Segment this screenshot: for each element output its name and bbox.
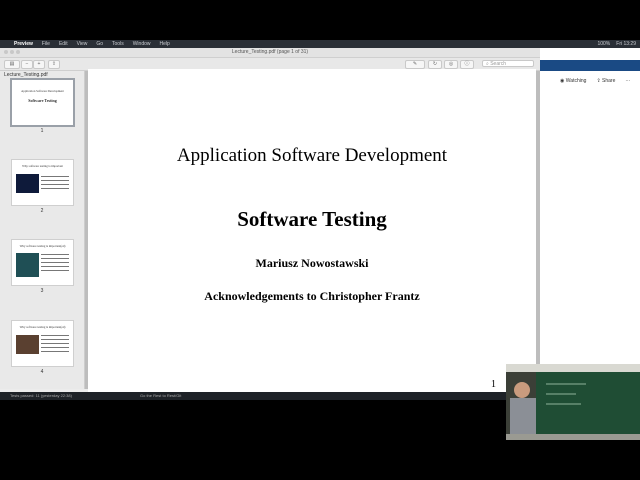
- presenter-video: [506, 364, 640, 440]
- more-button[interactable]: ···: [625, 78, 630, 84]
- zoom-in-icon[interactable]: +: [33, 60, 45, 69]
- thumb-page-number: 4: [40, 369, 44, 375]
- thumb-text-lines: [41, 254, 69, 274]
- thumbnail-page-4[interactable]: Why software testing is important(ed): [11, 320, 74, 367]
- menu-preview[interactable]: Preview: [14, 40, 33, 48]
- thumb-subtitle: Software Testing: [28, 98, 57, 103]
- thumb-page-number: 3: [40, 288, 44, 294]
- thumbnail-page-1[interactable]: Application Software Development Softwar…: [10, 78, 75, 127]
- sidebar-icon[interactable]: ▤: [4, 60, 20, 69]
- annotate-icon[interactable]: ◎: [444, 60, 458, 69]
- page-acknowledgement: Acknowledgements to Christopher Frantz: [204, 289, 420, 303]
- share-label: Share: [602, 78, 616, 84]
- clock[interactable]: Fri 13:29: [616, 40, 636, 48]
- document-title: Lecture_Testing.pdf (page 1 of 31): [231, 49, 309, 55]
- page-title: Application Software Development: [176, 145, 448, 166]
- page-number: 1: [491, 379, 496, 390]
- thumb-title: Why software testing is important(ed): [19, 325, 66, 329]
- zoom-out-icon[interactable]: −: [21, 60, 33, 69]
- battery-status[interactable]: 100%: [597, 40, 610, 48]
- page-subtitle: Software Testing: [237, 207, 387, 231]
- info-icon[interactable]: ⓘ: [460, 60, 474, 69]
- thumb-title: Why software testing is important(ed): [19, 244, 66, 248]
- share-button[interactable]: ⇪ Share: [596, 78, 615, 84]
- menu-file[interactable]: File: [42, 40, 50, 48]
- thumb-image: [16, 253, 39, 277]
- thumbnail-page-3[interactable]: Why software testing is important(ed): [11, 239, 74, 286]
- watching-button[interactable]: ◉ Watching: [560, 78, 586, 84]
- search-input[interactable]: ⌕ Search: [482, 60, 534, 67]
- menu-help[interactable]: Help: [160, 40, 170, 48]
- page-author: Mariusz Nowostawski: [255, 256, 369, 270]
- menu-bar: Preview File Edit View Go Tools Window H…: [0, 40, 640, 48]
- status-mid-text: Go the Rest to Rest/Git: [140, 393, 182, 398]
- thumbnail-page-2[interactable]: Why software testing is important: [11, 159, 74, 206]
- right-panel: ◉ Watching ⇪ Share ···: [540, 48, 640, 400]
- thumbnail-sidebar: Lecture_Testing.pdf Application Software…: [0, 71, 85, 389]
- rotate-icon[interactable]: ↻: [428, 60, 442, 69]
- thumb-image: [16, 335, 39, 354]
- search-placeholder: Search: [490, 61, 507, 67]
- thumb-image: [16, 174, 39, 193]
- menu-go[interactable]: Go: [96, 40, 103, 48]
- status-text: Tests passed: 11 (yesterday 22:38): [10, 393, 72, 398]
- menu-tools[interactable]: Tools: [112, 40, 124, 48]
- title-bar: Lecture_Testing.pdf (page 1 of 31): [0, 48, 540, 58]
- status-bar: Tests passed: 11 (yesterday 22:38) Go th…: [0, 392, 540, 400]
- pdf-page: Application Software Development Softwar…: [88, 69, 536, 392]
- menu-edit[interactable]: Edit: [59, 40, 68, 48]
- menu-view[interactable]: View: [77, 40, 88, 48]
- thumb-text-lines: [41, 335, 69, 355]
- thumb-page-number: 1: [40, 128, 44, 134]
- menu-window[interactable]: Window: [133, 40, 151, 48]
- thumb-title: Why software testing is important: [22, 164, 63, 168]
- watching-label: Watching: [565, 78, 587, 84]
- thumb-title: Application Software Development: [21, 89, 64, 93]
- panel-header: [540, 60, 640, 71]
- webcam-overlay: [506, 364, 640, 440]
- share-icon[interactable]: ⇪: [48, 60, 60, 69]
- markup-icon[interactable]: ✎: [405, 60, 425, 69]
- thumb-text-lines: [41, 176, 69, 192]
- thumb-page-number: 2: [40, 208, 44, 214]
- panel-actions: ◉ Watching ⇪ Share ···: [560, 78, 630, 84]
